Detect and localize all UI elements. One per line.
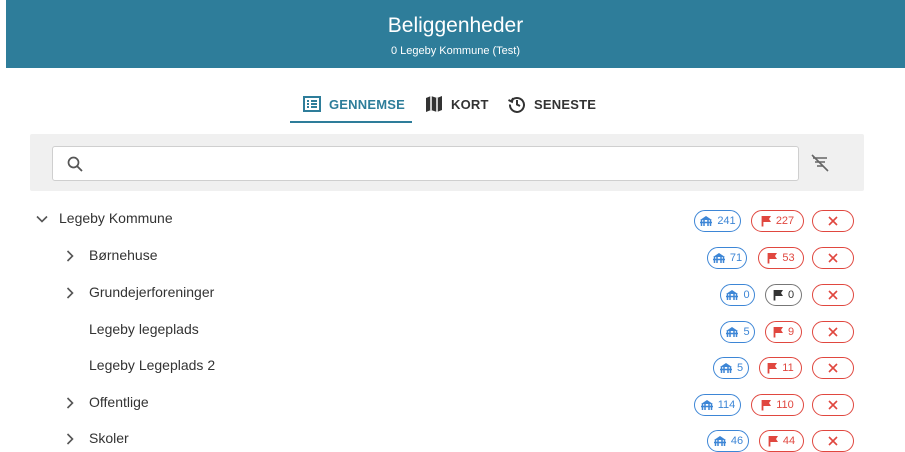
flag-icon (773, 290, 783, 301)
tree-row-legeby-legeplads[interactable]: Legeby legeplads 5 9 (0, 311, 905, 347)
tab-seneste-label: SENESTE (534, 96, 597, 112)
tab-bar: GENNEMSE KORT SENESTE (0, 86, 905, 123)
close-icon (828, 253, 838, 263)
search-icon (67, 156, 83, 177)
page-title: Beliggenheder (387, 14, 524, 37)
flag-count: 227 (775, 214, 795, 227)
flag-count: 110 (776, 398, 794, 411)
playground-count-badge[interactable]: 241 (694, 210, 741, 232)
playground-icon (712, 253, 725, 263)
playground-icon (726, 290, 739, 300)
tab-gennemse-label: GENNEMSE (329, 96, 406, 112)
remove-button[interactable] (812, 284, 854, 306)
flag-count: 0 (787, 288, 795, 301)
playground-count-badge[interactable]: 5 (713, 357, 749, 379)
playground-icon (719, 363, 732, 373)
flag-icon (768, 436, 778, 447)
tab-kort[interactable]: KORT (425, 86, 489, 122)
map-icon (425, 95, 443, 113)
flag-count-badge[interactable]: 0 (765, 284, 802, 306)
playground-count: 5 (736, 361, 744, 374)
tab-gennemse[interactable]: GENNEMSE (290, 86, 412, 123)
playground-icon (726, 327, 739, 337)
playground-count-badge[interactable]: 0 (720, 284, 755, 306)
chevron-right-icon[interactable] (63, 396, 77, 410)
chevron-down-icon[interactable] (35, 212, 49, 226)
flag-icon (767, 253, 778, 264)
flag-count: 44 (782, 434, 796, 447)
flag-count-badge[interactable]: 44 (759, 430, 804, 452)
tree-item-label: Grundejerforeninger (89, 284, 215, 300)
playground-count-badge[interactable]: 114 (694, 394, 741, 416)
flag-icon (767, 363, 778, 374)
playground-count: 241 (717, 214, 736, 227)
playground-count-badge[interactable]: 46 (707, 430, 749, 452)
chevron-right-icon[interactable] (63, 249, 77, 263)
tab-kort-label: KORT (451, 96, 489, 112)
close-icon (828, 436, 838, 446)
tree-item-label: Legeby Legeplads 2 (89, 357, 216, 373)
playground-count-badge[interactable]: 5 (720, 321, 755, 343)
playground-icon (713, 436, 726, 446)
filter-off-icon[interactable] (809, 153, 831, 178)
app-header: Beliggenheder 0 Legeby Kommune (Test) (6, 0, 905, 68)
close-icon (828, 327, 838, 337)
close-icon (828, 290, 838, 300)
search-input[interactable] (93, 153, 783, 175)
playground-count: 114 (717, 398, 736, 411)
playground-count-badge[interactable]: 71 (707, 247, 747, 269)
flag-count-badge[interactable]: 53 (758, 247, 804, 269)
remove-button[interactable] (812, 430, 854, 452)
remove-button[interactable] (812, 321, 854, 343)
tree-item-label: Legeby Kommune (59, 210, 173, 226)
flag-count-badge[interactable]: 9 (765, 321, 802, 343)
flag-count: 11 (782, 361, 794, 374)
tree-item-label: Børnehuse (89, 247, 158, 263)
chevron-right-icon[interactable] (63, 432, 77, 446)
playground-count: 5 (743, 325, 750, 338)
tree-row-grundejerforeninger[interactable]: Grundejerforeninger 0 0 (0, 274, 905, 310)
tree-row-offentlige[interactable]: Offentlige 114 110 (0, 384, 905, 420)
flag-count: 9 (787, 325, 795, 338)
flag-count-badge[interactable]: 227 (751, 210, 804, 232)
search-box (52, 146, 799, 181)
flag-count-badge[interactable]: 110 (751, 394, 804, 416)
close-icon (828, 363, 838, 373)
tree-item-label: Legeby legeplads (89, 321, 199, 337)
close-icon (828, 216, 838, 226)
playground-count: 0 (743, 288, 750, 301)
playground-count: 46 (730, 434, 744, 447)
flag-icon (761, 216, 771, 227)
history-icon (508, 95, 526, 113)
tree-item-label: Skoler (89, 430, 129, 446)
playground-icon (700, 216, 713, 226)
close-icon (828, 400, 838, 410)
flag-icon (773, 327, 783, 338)
flag-icon (761, 400, 772, 411)
flag-count: 53 (782, 251, 795, 264)
remove-button[interactable] (812, 210, 854, 232)
chevron-right-icon[interactable] (63, 286, 77, 300)
flag-count-badge[interactable]: 11 (759, 357, 802, 379)
tab-seneste[interactable]: SENESTE (508, 86, 596, 122)
tree-item-label: Offentlige (89, 394, 149, 410)
playground-icon (700, 400, 713, 410)
tree-row-bornehuse[interactable]: Børnehuse 71 53 (0, 237, 905, 273)
list-icon (303, 96, 321, 112)
page-subtitle: 0 Legeby Kommune (Test) (390, 45, 520, 57)
tree-row-skoler[interactable]: Skoler 46 44 (0, 420, 905, 452)
tree-row-root[interactable]: Legeby Kommune 241 227 (0, 200, 905, 236)
search-panel (30, 134, 864, 191)
playground-count: 71 (729, 251, 743, 264)
remove-button[interactable] (812, 394, 854, 416)
remove-button[interactable] (812, 357, 854, 379)
tree-row-legeby-legeplads-2[interactable]: Legeby Legeplads 2 5 11 (0, 347, 905, 383)
remove-button[interactable] (812, 247, 854, 269)
active-tab-indicator (290, 121, 412, 123)
